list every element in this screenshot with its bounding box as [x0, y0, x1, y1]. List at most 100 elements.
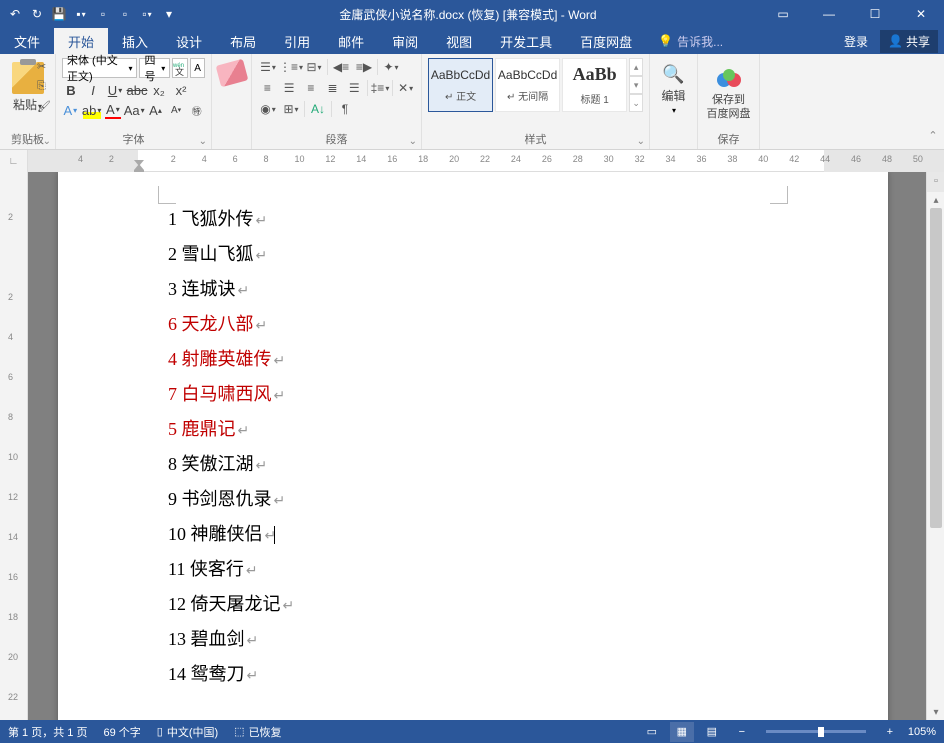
font-name-select[interactable]: 宋体 (中文正文)▾: [62, 58, 137, 78]
minimize-icon[interactable]: ―: [806, 0, 852, 28]
tell-me[interactable]: 💡告诉我...: [646, 33, 735, 50]
clipboard-label[interactable]: 剪贴板: [0, 131, 55, 147]
superscript-button[interactable]: x²: [172, 81, 190, 99]
doc-line[interactable]: 13 碧血剑↵: [98, 622, 868, 657]
styles-more-icon[interactable]: ⌄: [629, 94, 643, 112]
format-painter-icon[interactable]: 🖌: [37, 100, 51, 114]
view-print-icon[interactable]: ▦: [670, 722, 694, 742]
shrink-font-button[interactable]: A▾: [168, 101, 185, 119]
menu-mail[interactable]: 邮件: [324, 28, 378, 54]
view-read-icon[interactable]: ▭: [640, 722, 664, 742]
numbering-button[interactable]: ⋮≡▾: [281, 58, 301, 76]
collapse-ribbon-icon[interactable]: ⌃: [926, 128, 940, 142]
align-right-button[interactable]: ≡: [301, 79, 320, 97]
copy-icon[interactable]: ⎘: [37, 80, 51, 94]
menu-dev[interactable]: 开发工具: [486, 28, 566, 54]
save-icon[interactable]: 💾: [52, 7, 66, 21]
doc-line[interactable]: 11 侠客行↵: [98, 552, 868, 587]
scroll-up-icon[interactable]: ▴: [927, 192, 944, 208]
styles-label[interactable]: 样式: [422, 131, 649, 147]
scroll-down-icon[interactable]: ▾: [927, 704, 944, 720]
qat-icon-1[interactable]: ▫: [96, 7, 110, 21]
tab-selector[interactable]: ∟: [0, 150, 28, 172]
status-recovered[interactable]: ⬚已恢复: [234, 724, 281, 740]
styles-up-icon[interactable]: ▴: [629, 58, 643, 76]
style-normal[interactable]: AaBbCcDd ↵ 正文: [428, 58, 493, 112]
login-button[interactable]: 登录: [832, 33, 880, 50]
doc-line[interactable]: 9 书剑恩仇录↵: [98, 482, 868, 517]
multilevel-button[interactable]: ⊟▾: [304, 58, 324, 76]
highlight-button[interactable]: ab▾: [83, 101, 101, 119]
vertical-scrollbar[interactable]: ▫ ▴ ▾: [926, 172, 944, 720]
bold-button[interactable]: B: [62, 81, 80, 99]
ruler-vertical[interactable]: 2246810121416182022: [0, 172, 28, 720]
italic-button[interactable]: I: [84, 81, 102, 99]
ruler-horizontal[interactable]: ∟ 42246810121416182022242628303234363840…: [0, 150, 944, 172]
page[interactable]: 1 飞狐外传↵2 雪山飞狐↵3 连城诀↵6 天龙八部↵4 射雕英雄传↵7 白马啸…: [58, 172, 888, 720]
doc-line[interactable]: 2 雪山飞狐↵: [98, 237, 868, 272]
strikethrough-button[interactable]: abc: [128, 81, 146, 99]
menu-layout[interactable]: 布局: [216, 28, 270, 54]
doc-line[interactable]: 14 鸳鸯刀↵: [98, 657, 868, 692]
pilcrow-button[interactable]: ¶: [335, 100, 355, 118]
zoom-in-icon[interactable]: +: [878, 722, 902, 742]
doc-line[interactable]: 8 笑傲江湖↵: [98, 447, 868, 482]
doc-line[interactable]: 12 倚天屠龙记↵: [98, 587, 868, 622]
clear-formatting-icon[interactable]: [216, 59, 249, 87]
doc-line[interactable]: 4 射雕英雄传↵: [98, 342, 868, 377]
borders-button[interactable]: ⊞▾: [281, 100, 301, 118]
menu-view[interactable]: 视图: [432, 28, 486, 54]
menu-file[interactable]: 文件: [0, 28, 54, 54]
menu-home[interactable]: 开始: [54, 28, 108, 54]
doc-line[interactable]: 3 连城诀↵: [98, 272, 868, 307]
subscript-button[interactable]: x₂: [150, 81, 168, 99]
underline-button[interactable]: U▾: [106, 81, 124, 99]
char-shading-button[interactable]: Aa▾: [125, 101, 143, 119]
decrease-indent-button[interactable]: ◀≡: [331, 58, 351, 76]
redo-icon[interactable]: ↻: [30, 7, 44, 21]
increase-indent-button[interactable]: ≡▶: [354, 58, 374, 76]
grow-font-button[interactable]: A▴: [147, 101, 164, 119]
ribbon-display-icon[interactable]: ▭: [760, 0, 806, 28]
menu-references[interactable]: 引用: [270, 28, 324, 54]
distribute-button[interactable]: ☰: [345, 79, 364, 97]
status-page[interactable]: 第 1 页，共 1 页: [8, 724, 87, 740]
text-direction-button[interactable]: ✦▾: [381, 58, 401, 76]
font-size-select[interactable]: 四号▾: [139, 58, 170, 78]
menu-design[interactable]: 设计: [162, 28, 216, 54]
find-button[interactable]: 🔍 编辑 ▾: [656, 58, 691, 115]
ruler-toggle-icon[interactable]: ▫: [929, 174, 943, 188]
zoom-level[interactable]: 105%: [908, 726, 936, 738]
quickprint-icon[interactable]: ▪▾: [74, 7, 88, 21]
doc-line[interactable]: 10 神雕侠侣↵: [98, 517, 868, 552]
align-center-button[interactable]: ☰: [280, 79, 299, 97]
status-lang[interactable]: ▯中文(中国): [157, 724, 218, 740]
baidu-save-button[interactable]: 保存到 百度网盘: [704, 58, 753, 120]
text-effects-button[interactable]: A▾: [62, 101, 79, 119]
justify-button[interactable]: ≣: [323, 79, 342, 97]
doc-line[interactable]: 1 飞狐外传↵: [98, 202, 868, 237]
status-words[interactable]: 69 个字: [103, 724, 140, 740]
styles-down-icon[interactable]: ▾: [629, 76, 643, 94]
page-view[interactable]: 1 飞狐外传↵2 雪山飞狐↵3 连城诀↵6 天龙八部↵4 射雕英雄传↵7 白马啸…: [28, 172, 926, 720]
font-color-button[interactable]: A▾: [105, 101, 122, 119]
menu-insert[interactable]: 插入: [108, 28, 162, 54]
undo-icon[interactable]: ↶: [8, 7, 22, 21]
style-no-spacing[interactable]: AaBbCcDd ↵ 无间隔: [495, 58, 560, 112]
bullets-button[interactable]: ☰▾: [258, 58, 278, 76]
paragraph-label[interactable]: 段落: [252, 131, 421, 147]
close-icon[interactable]: ✕: [898, 0, 944, 28]
view-web-icon[interactable]: ▤: [700, 722, 724, 742]
qat-icon-3[interactable]: ▫▾: [140, 7, 154, 21]
char-border-icon[interactable]: A: [190, 58, 205, 78]
qat-more-icon[interactable]: ▾: [162, 7, 176, 21]
doc-line[interactable]: 7 白马啸西风↵: [98, 377, 868, 412]
share-button[interactable]: 👤共享: [880, 30, 938, 53]
cut-icon[interactable]: ✂: [37, 60, 51, 74]
enclose-char-button[interactable]: ㊕: [188, 101, 205, 119]
line-spacing-button[interactable]: ‡≡▾: [371, 79, 390, 97]
zoom-out-icon[interactable]: −: [730, 722, 754, 742]
font-label[interactable]: 字体: [56, 131, 211, 147]
menu-review[interactable]: 审阅: [378, 28, 432, 54]
align-left-button[interactable]: ≡: [258, 79, 277, 97]
